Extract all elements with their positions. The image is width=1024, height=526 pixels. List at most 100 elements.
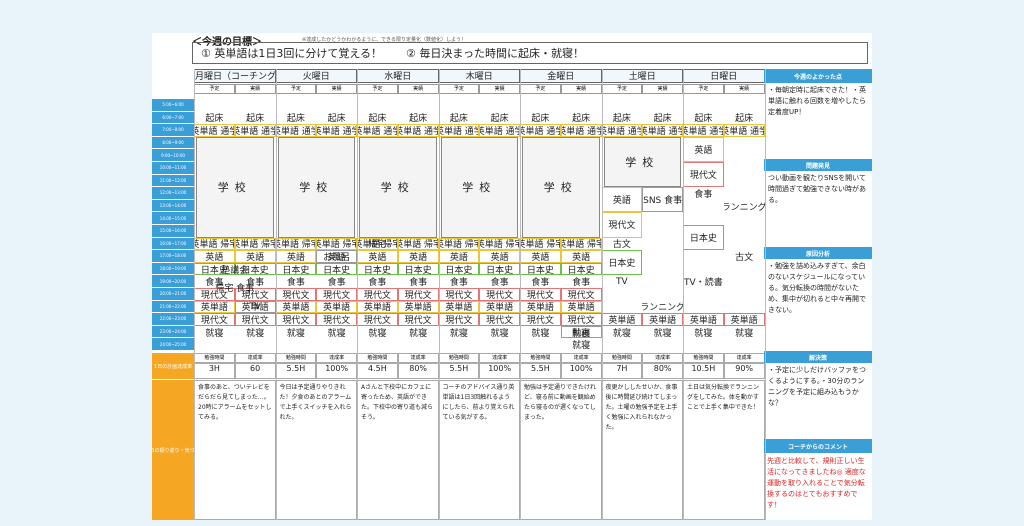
commute-block: 英単語 通学 — [397, 124, 439, 137]
study-time-label: 勉強時間 — [275, 353, 317, 363]
time-slot-label: 18:00~19:00 — [152, 262, 194, 276]
bath-block: お風呂 — [316, 250, 357, 263]
commute-block: 英単語 通学 — [683, 124, 724, 137]
commute-block: 英単語 通学 — [316, 124, 357, 137]
vocab-block: 英単語 — [642, 313, 683, 326]
commute-block: 英単語 通学 — [520, 124, 561, 137]
sleep-block: 就寝 — [409, 328, 428, 339]
wake-block: 起床 — [735, 114, 754, 125]
modern-jp-block: 現代文 — [397, 288, 439, 301]
plan-subheader: 予定 — [520, 84, 561, 94]
solution-text: ・予定に少しだけバッファをつくるようにする。・30分のランニングを予定に組み込も… — [768, 366, 866, 407]
day-header: 月曜日（コーチング日） — [194, 69, 276, 83]
modern-jp-block: 現代文 — [479, 288, 520, 301]
time-slot-label: 12:00~13:00 — [152, 187, 194, 200]
reflection-row-label: 1日の振り返り・気づき — [152, 380, 194, 520]
achievement-rate-label: 達成率 — [234, 353, 276, 363]
running-block: ランニング — [642, 303, 683, 314]
history-block: 日本史 — [357, 262, 398, 276]
history-block: 日本史 — [438, 262, 480, 276]
modern-jp-block: 現代文 — [520, 288, 561, 301]
day-header: 日曜日 — [683, 69, 765, 83]
english-block: 英語 — [438, 250, 480, 263]
actual-subheader: 実績 — [316, 84, 357, 94]
wake-block: 起床 — [368, 114, 387, 125]
school-block: 学校 — [440, 136, 518, 238]
after-school-block: 英単語 帰宅 — [479, 237, 520, 251]
solution-header: 解決策 — [764, 351, 872, 363]
english-block: 英語 — [560, 250, 602, 263]
plan-subheader: 予定 — [357, 84, 398, 94]
time-slot-label: 21:00~22:00 — [152, 300, 194, 314]
wake-block: 起床 — [612, 114, 631, 125]
classical-block: 古文 — [612, 240, 631, 251]
time-slot-label: 19:00~20:00 — [152, 275, 194, 288]
column-divider — [683, 69, 684, 520]
study-time-label: 勉強時間 — [438, 353, 480, 363]
study-time-value: 10.5H — [683, 363, 724, 379]
coach-comment-header: コーチからのコメント — [764, 439, 872, 453]
commute-block: 英単語 通学 — [723, 124, 765, 137]
achievement-rate-value: 100% — [316, 363, 357, 379]
vocab-block: 英単語 — [438, 300, 480, 314]
home-meal-block: 帰宅 食事 — [215, 284, 255, 295]
after-school-block: 英単語 帰宅 — [234, 237, 276, 251]
history-block: 日本史 — [397, 262, 439, 276]
reflection-note: 食事のあと、ついテレビをだらだら見てしまった…。20時にアラームをセットしてみる… — [194, 380, 276, 520]
wake-block: 起床 — [531, 114, 550, 125]
actual-subheader: 実績 — [642, 84, 683, 94]
study-time-label: 勉強時間 — [601, 353, 643, 363]
home-block: 帰宅 — [368, 240, 387, 251]
weekly-planner-sheet: ＜今週の目標＞ ※達成したかどうかわかるように、できる限り定量化（数値化）しよう… — [152, 33, 872, 520]
reflection-note: 勉強は予定通りできたけれど、寝る前に動画を観始めたら寝るのが遅くなってしまった。 — [520, 380, 602, 520]
after-school-block: 英単語 帰宅 — [275, 237, 317, 251]
day-header: 火曜日 — [275, 69, 357, 83]
modern-jp-block: 現代文 — [316, 288, 357, 301]
classical-block: 古文 — [735, 252, 754, 263]
vocab-block: 英単語 — [357, 300, 398, 314]
vocab-block: 英単語 — [520, 300, 561, 314]
history-block: 日本史 — [316, 262, 357, 276]
vocab-block: 英単語 — [683, 313, 724, 326]
column-divider — [438, 69, 440, 520]
time-slot-label: 11:00~12:00 — [152, 174, 194, 188]
meal-block: 食事 — [286, 278, 305, 288]
wake-block: 起床 — [286, 114, 305, 125]
sleep-block: 就寝 — [653, 328, 672, 339]
after-school-block: 英単語 帰宅 — [316, 237, 357, 251]
modern-jp-block: 現代文 — [438, 288, 480, 301]
commute-block: 英単語 通学 — [194, 124, 235, 137]
tv-reading-block: TV・読書 — [684, 278, 723, 288]
modern-jp-block: 現代文 — [357, 288, 398, 301]
plan-subheader: 予定 — [275, 84, 317, 94]
time-slot-label: 14:00~15:00 — [152, 212, 194, 225]
achievement-rate-value: 100% — [560, 363, 602, 379]
plan-subheader: 予定 — [683, 84, 724, 94]
meal-block: 食事 — [449, 278, 468, 288]
time-slot-label: 8:00~9:00 — [152, 136, 194, 150]
time-slot-label: 5:00~6:00 — [152, 99, 194, 112]
good-points-text: ・毎朝定時に起床できた！・英単語に触れる回数を増やしたら定着度UP！ — [768, 86, 866, 116]
commute-block: 英単語 通学 — [642, 124, 683, 137]
sleep-block: 就寝 — [531, 328, 550, 339]
reflection-note: コーチのアドバイス通り英単語は1日3回触れるようにしたら、前より覚えられている気… — [438, 380, 520, 520]
sleep-block: 就寝 — [490, 328, 509, 339]
wake-block: 起床 — [409, 114, 428, 125]
sleep-block: 就寝 — [205, 328, 224, 339]
commute-block: 英単語 通学 — [601, 124, 643, 137]
modern-jp-block: 現代文 — [316, 313, 357, 326]
school-block: 学校 — [196, 136, 274, 238]
wake-block: 起床 — [694, 114, 713, 125]
modern-jp-block: 現代文 — [479, 313, 520, 326]
wake-block: 起床 — [246, 114, 265, 125]
study-time-value: 5.5H — [438, 363, 480, 379]
english-block: 英語 — [397, 250, 439, 263]
english-block: 英語 — [357, 250, 398, 263]
study-time-label: 勉強時間 — [357, 353, 398, 363]
achievement-rate-label: 達成率 — [560, 353, 602, 363]
commute-block: 英単語 通学 — [234, 124, 276, 137]
vocab-block: 英単語 — [723, 313, 765, 326]
achievement-rate-label: 達成率 — [479, 353, 520, 363]
history-block: 日本史 — [560, 262, 602, 276]
reflection-note: Aさんと下校中にカフェに寄ったため、英語ができた。下校中の寄り道も減らそう。 — [357, 380, 439, 520]
